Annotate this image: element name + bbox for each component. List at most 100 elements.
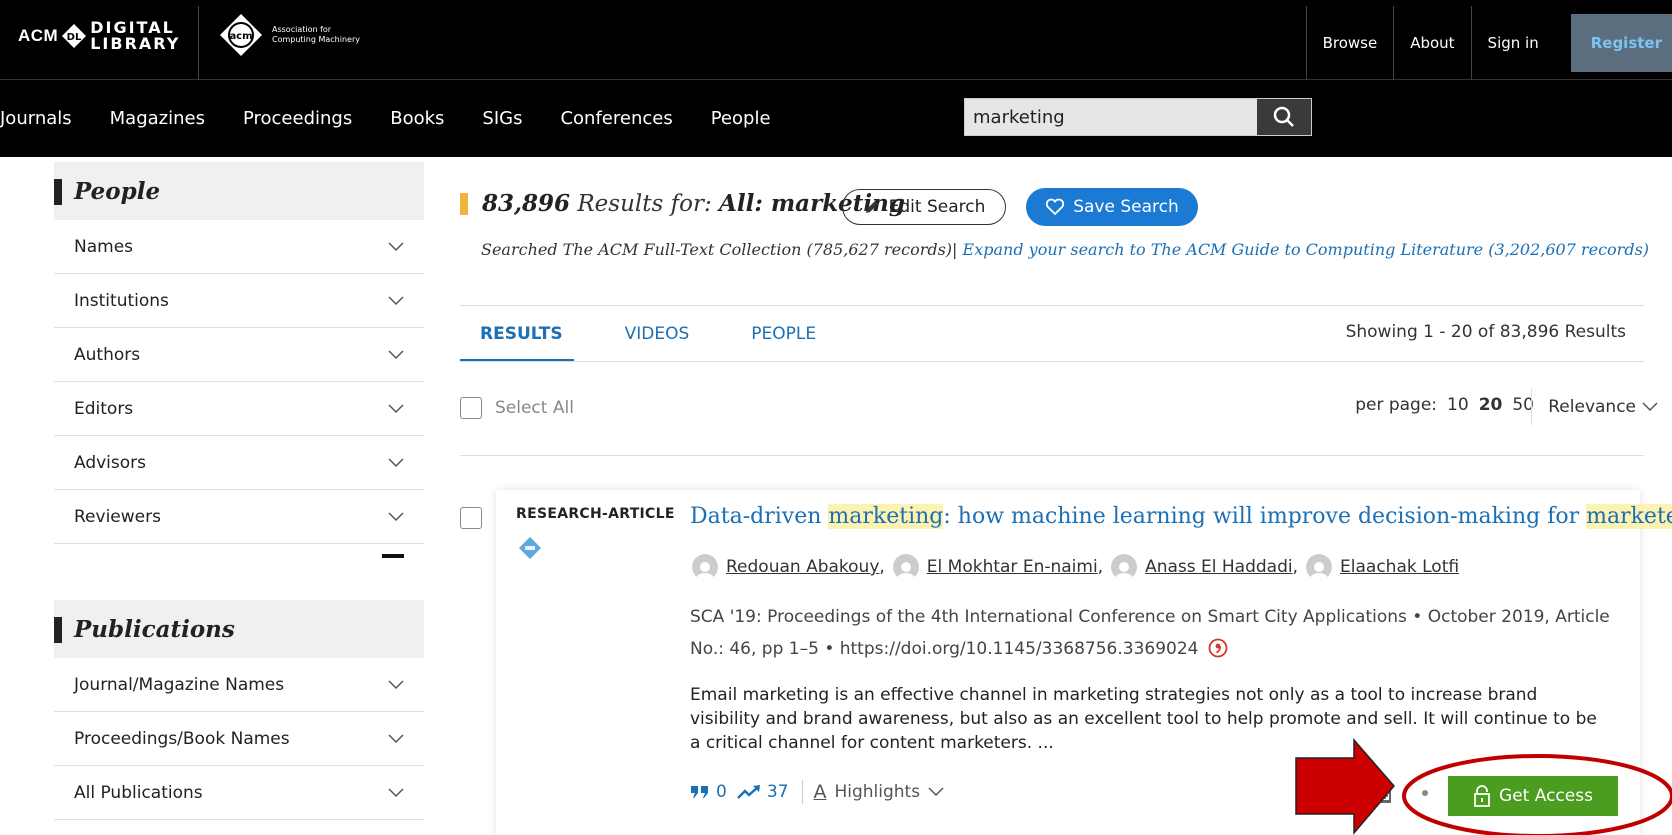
nav-people[interactable]: People xyxy=(711,108,771,129)
author-link[interactable]: Anass El Haddadi, xyxy=(1111,554,1306,580)
collapse-toggle[interactable] xyxy=(54,544,424,572)
browse-link[interactable]: Browse xyxy=(1305,6,1394,80)
quote-icon xyxy=(691,786,708,798)
main-nav: Journals Magazines Proceedings Books SIG… xyxy=(0,80,1672,157)
user-icon xyxy=(696,562,714,580)
download-count-value: 37 xyxy=(766,782,789,802)
nav-proceedings[interactable]: Proceedings xyxy=(243,108,352,129)
publications-filter-title: Publications xyxy=(74,615,235,643)
chevron-down-icon xyxy=(388,349,404,359)
nav-magazines[interactable]: Magazines xyxy=(110,108,205,129)
avatar xyxy=(692,554,718,580)
title-part: Data-driven xyxy=(690,504,829,529)
publication-line-1: SCA '19: Proceedings of the 4th Internat… xyxy=(690,607,1610,627)
chevron-down-icon xyxy=(388,241,404,251)
filter-label: Editors xyxy=(74,398,134,419)
select-all[interactable]: Select All xyxy=(460,397,574,419)
article-title-link[interactable]: Data-driven marketing: how machine learn… xyxy=(690,504,1672,529)
tab-results[interactable]: RESULTS xyxy=(460,306,574,362)
result-checkbox[interactable] xyxy=(460,507,482,529)
people-filter-header: People xyxy=(54,162,424,220)
search-box xyxy=(964,98,1312,136)
save-search-label: Save Search xyxy=(1073,197,1179,217)
filter-editors[interactable]: Editors xyxy=(54,382,424,436)
pencil-icon xyxy=(865,201,878,213)
title-highlight: marketing xyxy=(828,504,944,529)
highlight-icon: A xyxy=(813,781,827,803)
acm-badge-icon: acm xyxy=(220,14,262,56)
filter-sidebar: People Names Institutions Authors Editor… xyxy=(54,162,424,820)
cite-icon[interactable] xyxy=(1208,638,1228,658)
filter-advisors[interactable]: Advisors xyxy=(54,436,424,490)
chevron-down-icon xyxy=(388,295,404,305)
results-heading: 83,896 Results for: All: marketing xyxy=(460,190,905,217)
edit-search-button[interactable]: Edit Search xyxy=(842,189,1006,225)
annotation-arrow-icon xyxy=(1295,738,1395,835)
dl-badge-text: DL xyxy=(67,32,82,43)
chevron-down-icon xyxy=(388,511,404,521)
highlights-toggle[interactable]: A Highlights xyxy=(813,781,944,803)
filter-journal-names[interactable]: Journal/Magazine Names xyxy=(54,658,424,712)
per-page-label: per page: xyxy=(1355,395,1438,415)
heart-icon xyxy=(1046,198,1065,216)
chevron-down-icon xyxy=(388,457,404,467)
avatar xyxy=(892,554,919,580)
filter-label: Authors xyxy=(74,344,141,365)
avatar xyxy=(1111,554,1138,580)
tab-people[interactable]: PEOPLE xyxy=(731,306,816,362)
tab-videos[interactable]: VIDEOS xyxy=(605,306,690,362)
select-all-label: Select All xyxy=(495,398,574,418)
user-icon xyxy=(896,562,915,580)
highlights-label: Highlights xyxy=(834,782,921,802)
acm-dl-logo[interactable]: ACM DL DIGITAL LIBRARY xyxy=(18,16,180,56)
acm-logo-text: ACM xyxy=(18,26,59,45)
nav-conferences[interactable]: Conferences xyxy=(560,108,672,129)
divider xyxy=(460,361,1644,362)
sort-dropdown[interactable]: Relevance xyxy=(1531,389,1658,425)
acm-badge-text: acm xyxy=(229,31,252,42)
filter-reviewers[interactable]: Reviewers xyxy=(54,490,424,544)
author-link[interactable]: Redouan Abakouy, xyxy=(692,554,893,580)
logo-divider xyxy=(198,6,199,80)
search-input[interactable] xyxy=(965,99,1257,135)
title-part: : how machine learning will improve deci… xyxy=(943,504,1587,529)
search-button[interactable] xyxy=(1257,99,1311,135)
open-access-badge-icon xyxy=(519,537,541,559)
chevron-down-icon xyxy=(1642,402,1658,412)
filter-label: Reviewers xyxy=(74,506,161,527)
per-page-10[interactable]: 10 xyxy=(1447,395,1469,415)
nav-sigs[interactable]: SIGs xyxy=(482,108,522,129)
chevron-down-icon xyxy=(388,733,404,743)
register-button[interactable]: Register xyxy=(1570,14,1672,72)
expand-search-link[interactable]: Expand your search to The ACM Guide to C… xyxy=(963,240,1650,259)
nav-books[interactable]: Books xyxy=(390,108,444,129)
filter-label: Proceedings/Book Names xyxy=(74,728,290,749)
user-icon xyxy=(1115,562,1134,580)
filter-all-publications[interactable]: All Publications xyxy=(54,766,424,820)
nav-journals[interactable]: Journals xyxy=(0,108,72,129)
about-link[interactable]: About xyxy=(1393,6,1470,80)
filter-institutions[interactable]: Institutions xyxy=(54,274,424,328)
per-page-20[interactable]: 20 xyxy=(1479,395,1503,415)
minus-icon xyxy=(382,554,404,558)
filter-label: Institutions xyxy=(74,290,169,311)
select-all-checkbox[interactable] xyxy=(460,397,482,419)
save-search-button[interactable]: Save Search xyxy=(1026,188,1198,226)
acm-association-logo[interactable]: acm Association for Computing Machinery xyxy=(218,12,360,58)
assoc-line-1: Association for xyxy=(272,25,332,34)
author-link[interactable]: Elaachak Lotfi xyxy=(1306,554,1459,580)
filter-names[interactable]: Names xyxy=(54,220,424,274)
people-filter-title: People xyxy=(74,177,161,205)
edit-search-label: Edit Search xyxy=(888,197,986,217)
results-count: 83,896 xyxy=(482,190,571,217)
citation-count: 0 xyxy=(690,782,727,802)
per-page-selector: per page: 10 20 50 xyxy=(1355,395,1534,415)
chevron-down-icon xyxy=(388,787,404,797)
sign-in-link[interactable]: Sign in xyxy=(1470,6,1555,80)
publication-info: SCA '19: Proceedings of the 4th Internat… xyxy=(690,601,1610,665)
filter-label: Journal/Magazine Names xyxy=(74,674,285,695)
filter-proceedings-names[interactable]: Proceedings/Book Names xyxy=(54,712,424,766)
publications-filter-header: Publications xyxy=(54,600,424,658)
filter-authors[interactable]: Authors xyxy=(54,328,424,382)
author-link[interactable]: El Mokhtar En-naimi, xyxy=(892,554,1111,580)
